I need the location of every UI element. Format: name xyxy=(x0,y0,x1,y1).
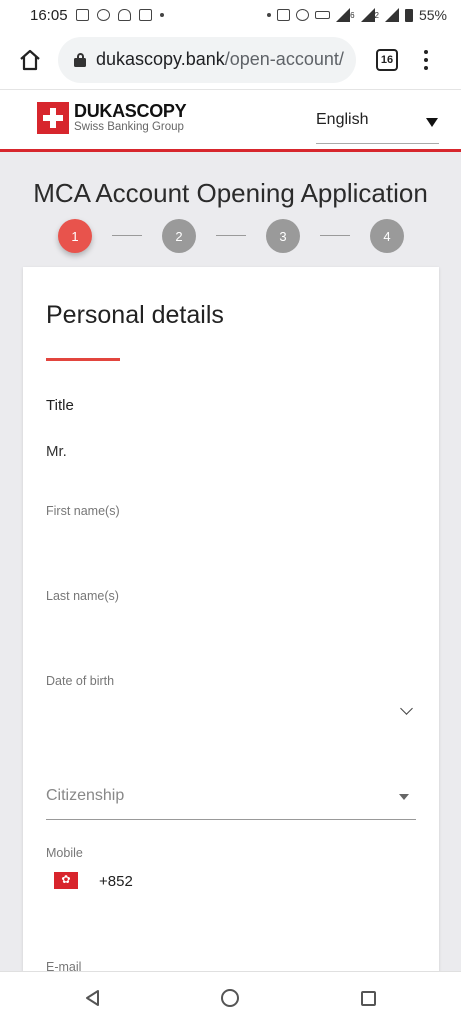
title-underline xyxy=(46,358,120,361)
mute-icon xyxy=(296,9,310,21)
wifi-label: 6 xyxy=(350,10,355,20)
dot-icon xyxy=(267,13,272,17)
more-notifications-icon xyxy=(159,13,164,17)
home-button[interactable] xyxy=(14,44,46,76)
notification-icons xyxy=(75,9,164,21)
address-bar[interactable]: dukascopy.bank/open-account/ xyxy=(58,36,356,83)
app-icon xyxy=(96,9,110,21)
title-label: Title xyxy=(46,397,74,414)
logo-tagline: Swiss Banking Group xyxy=(74,121,184,134)
battery-icon xyxy=(404,8,413,22)
gallery-icon xyxy=(75,9,89,21)
url-path: /open-account/ xyxy=(224,49,344,69)
url-text: dukascopy.bank/open-account/ xyxy=(96,49,344,70)
signal-icon xyxy=(360,8,375,22)
first-name-field[interactable] xyxy=(46,522,416,558)
logo-brand: DUKASCOPY xyxy=(74,101,187,122)
step-connector xyxy=(112,235,142,236)
lock-icon xyxy=(74,52,86,67)
date-of-birth-field[interactable] xyxy=(46,692,416,728)
nav-recents-icon[interactable] xyxy=(361,991,376,1006)
last-name-label: Last name(s) xyxy=(46,589,119,603)
wifi-icon xyxy=(336,8,351,22)
page-title: MCA Account Opening Application xyxy=(33,178,428,208)
home-icon xyxy=(20,49,40,70)
mobile-number-field[interactable] xyxy=(173,862,416,898)
caret-down-icon xyxy=(426,118,438,127)
first-name-label: First name(s) xyxy=(46,504,120,518)
nav-back-icon[interactable] xyxy=(84,989,102,1007)
mobile-label: Mobile xyxy=(46,846,83,860)
system-nav-bar xyxy=(0,971,461,1024)
status-time: 16:05 xyxy=(30,6,68,24)
duck-icon xyxy=(117,9,131,21)
more-vert-icon[interactable] xyxy=(424,49,428,70)
status-bar: 16:05 6 2 55% xyxy=(0,0,461,30)
language-value: English xyxy=(316,111,369,128)
citizenship-placeholder: Citizenship xyxy=(46,787,125,804)
caret-down-icon xyxy=(399,794,409,800)
battery-percent: 55% xyxy=(418,7,447,23)
language-select[interactable]: English xyxy=(316,106,439,144)
signal-icon-2 xyxy=(384,8,399,22)
nav-home-icon[interactable] xyxy=(221,989,239,1007)
hk-flag-icon[interactable]: ✿ xyxy=(54,872,78,889)
nfc-icon xyxy=(277,9,291,21)
section-title: Personal details xyxy=(46,301,224,329)
browser-toolbar: dukascopy.bank/open-account/ 16 xyxy=(0,30,461,90)
vpn-key-icon xyxy=(315,11,331,19)
citizenship-underline xyxy=(46,819,416,820)
title-select[interactable]: Mr. xyxy=(46,443,67,460)
site-header: DUKASCOPY Swiss Banking Group English xyxy=(0,90,461,152)
signal-label: 2 xyxy=(374,10,379,20)
step-2: 2 xyxy=(162,219,196,253)
step-4: 4 xyxy=(370,219,404,253)
step-connector xyxy=(216,235,246,236)
step-connector xyxy=(320,235,350,236)
tabs-button[interactable]: 16 xyxy=(376,48,398,71)
step-1: 1 xyxy=(58,219,92,253)
dukascopy-logo[interactable]: DUKASCOPY Swiss Banking Group xyxy=(37,101,187,134)
url-host: dukascopy.bank xyxy=(96,49,225,69)
system-icons: 6 2 55% xyxy=(267,7,447,23)
swiss-cross-icon xyxy=(37,102,69,134)
translate-icon xyxy=(138,9,152,21)
dial-code[interactable]: +852 xyxy=(99,873,133,890)
dob-label: Date of birth xyxy=(46,674,115,688)
personal-details-card: Personal details Title Mr. First name(s)… xyxy=(23,267,439,987)
step-3: 3 xyxy=(266,219,300,253)
tab-count: 16 xyxy=(380,53,394,66)
last-name-field[interactable] xyxy=(46,607,416,643)
